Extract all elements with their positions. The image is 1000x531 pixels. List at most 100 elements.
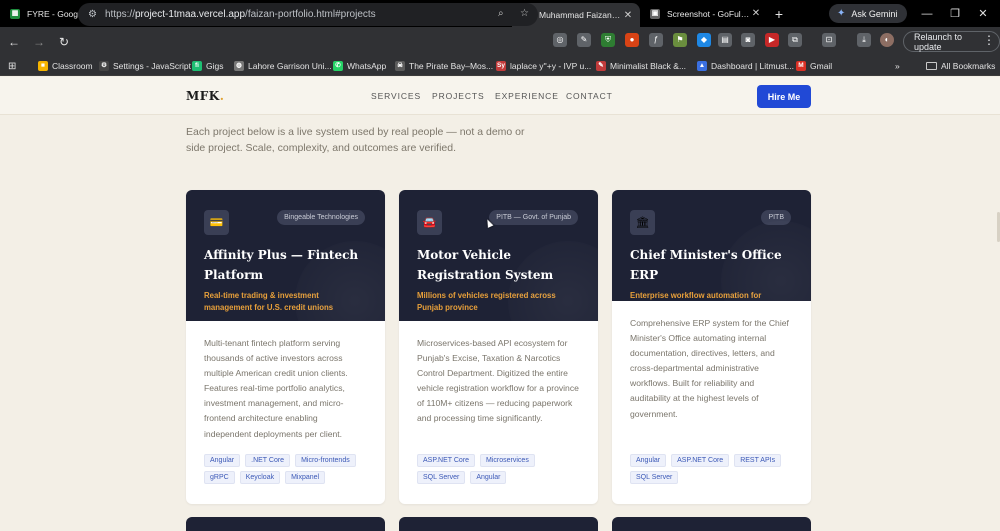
bookmark-item[interactable]: fi Gigs	[192, 59, 223, 73]
folder-icon	[926, 62, 937, 70]
nav-link-services[interactable]: SERVICES	[371, 91, 421, 101]
project-card-motor-vehicle-registration[interactable]: 🚘 PITB — Govt. of Punjab Motor Vehicle R…	[399, 190, 598, 504]
bookmark-favicon-icon: ⚙	[99, 61, 109, 71]
site-info-icon[interactable]: ⚙	[88, 9, 97, 20]
bookmark-label: Settings - JavaScript	[113, 61, 191, 71]
extension-icon[interactable]: ▶	[765, 33, 779, 47]
project-card-affinity-plus[interactable]: 💳 Bingeable Technologies Affinity Plus —…	[186, 190, 385, 504]
chrome-menu-icon[interactable]: ⋮	[983, 33, 995, 47]
project-description: Multi-tenant fintech platform serving th…	[204, 338, 348, 439]
project-title: Affinity Plus — Fintech Platform	[204, 248, 359, 282]
more-bookmarks-icon[interactable]: »	[895, 59, 900, 73]
bookmark-item[interactable]: ✆ WhatsApp	[333, 59, 386, 73]
bookmark-label: WhatsApp	[347, 61, 387, 71]
reload-icon[interactable]: ↻	[53, 31, 75, 53]
government-building-icon: 🏛	[630, 210, 655, 235]
minimize-window-icon[interactable]: —	[912, 0, 942, 27]
address-url: https://project-1tmaa.vercel.app/faizan-…	[104, 9, 376, 20]
project-subtitle: Enterprise workflow automation for Punja…	[630, 291, 762, 300]
browser-tab[interactable]: ▣ Screenshot - GoFullPag ✕	[640, 0, 768, 27]
car-icon: 🚘	[417, 210, 442, 235]
bookmark-item[interactable]: ✎ Minimalist Black &...	[596, 59, 686, 73]
camera-extension-icon[interactable]: ◙	[741, 33, 755, 47]
forward-arrow-icon[interactable]: →	[28, 31, 50, 53]
tab-title: Screenshot - GoFullPag	[667, 8, 750, 19]
extension-icon[interactable]: ◆	[697, 33, 711, 47]
project-description: Comprehensive ERP system for the Chief M…	[630, 318, 789, 419]
tech-chip: REST APIs	[734, 454, 782, 467]
bookmark-item[interactable]: ☠ The Pirate Bay–Mos...	[395, 59, 493, 73]
tab-close-icon[interactable]: ✕	[622, 10, 634, 21]
tech-chip: Microservices	[480, 454, 535, 467]
project-card-next[interactable]	[186, 517, 385, 531]
tab-title: Muhammad Faizan Kh	[539, 10, 622, 20]
bookmark-favicon-icon: ◍	[234, 61, 244, 71]
bookmark-label: Classroom	[52, 61, 93, 71]
extension-icon[interactable]: ◎	[553, 33, 567, 47]
search-icon[interactable]: ⌕	[498, 8, 504, 19]
extension-icon[interactable]: ●	[625, 33, 639, 47]
download-icon[interactable]: ⤓	[857, 33, 871, 47]
bookmark-label: Gigs	[206, 61, 224, 71]
project-subtitle: Real-time trading & investment managemen…	[204, 291, 334, 312]
puzzle-extensions-icon[interactable]: ⧉	[788, 33, 802, 47]
bookmark-item[interactable]: ⚙ Settings - JavaScript	[99, 59, 191, 73]
back-arrow-icon[interactable]: ←	[3, 31, 25, 53]
card-header: 🚘 PITB — Govt. of Punjab Motor Vehicle R…	[399, 190, 598, 321]
project-title: Motor Vehicle Registration System	[417, 248, 554, 282]
hire-me-button[interactable]: Hire Me	[757, 85, 811, 108]
apps-grid-icon[interactable]: ⊞	[8, 59, 16, 73]
bookmark-favicon-icon: fi	[192, 61, 202, 71]
bookmark-favicon-icon: Sy	[496, 61, 506, 71]
extension-icon[interactable]: ▤	[718, 33, 732, 47]
bookmark-label: Gmail	[810, 61, 833, 71]
bookmark-item[interactable]: Sy laplace y''+y - IVP u...	[496, 59, 591, 73]
project-description: Microservices-based API ecosystem for Pu…	[417, 338, 579, 424]
formula-extension-icon[interactable]: ƒ	[649, 33, 663, 47]
close-window-icon[interactable]: ✕	[968, 0, 998, 27]
client-tag: Bingeable Technologies	[277, 210, 365, 225]
eyedropper-extension-icon[interactable]: ✎	[577, 33, 591, 47]
nav-link-contact[interactable]: CONTACT	[566, 91, 613, 101]
tech-chips: ASP.NET Core Microservices SQL Server An…	[417, 454, 587, 484]
nav-link-projects[interactable]: PROJECTS	[432, 91, 485, 101]
bookmark-favicon-icon: ☠	[395, 61, 405, 71]
extension-icon[interactable]: ⚑	[673, 33, 687, 47]
tech-chip: ASP.NET Core	[671, 454, 730, 467]
profile-avatar[interactable]: ◐	[880, 33, 894, 47]
bookmark-star-icon[interactable]: ☆	[520, 8, 529, 19]
card-header: 💳 Bingeable Technologies Affinity Plus —…	[186, 190, 385, 321]
bookmark-favicon-icon: M	[796, 61, 806, 71]
tech-chip: Mixpanel	[285, 471, 326, 484]
bookmark-favicon-icon: ■	[38, 61, 48, 71]
ask-gemini-label: Ask Gemini	[851, 8, 898, 19]
bookmark-item[interactable]: ▲ Dashboard | Litmust...	[697, 59, 794, 73]
bookmark-favicon-icon: ▲	[697, 61, 707, 71]
tab-close-icon[interactable]: ✕	[750, 8, 762, 19]
tech-chip: .NET Core	[245, 454, 291, 467]
maximize-window-icon[interactable]: ❐	[940, 0, 970, 27]
tech-chip: gRPC	[204, 471, 235, 484]
nav-link-experience[interactable]: EXPERIENCE	[495, 91, 559, 101]
client-tag: PITB — Govt. of Punjab	[489, 210, 578, 225]
reading-mode-icon[interactable]: ⊡	[822, 33, 836, 47]
tech-chips: Angular ASP.NET Core REST APIs SQL Serve…	[630, 454, 800, 484]
project-card-cm-office-erp[interactable]: 🏛 PITB Chief Minister's Office ERP Enter…	[612, 190, 811, 504]
ask-gemini-button[interactable]: ✦ Ask Gemini	[829, 4, 908, 23]
project-subtitle: Millions of vehicles registered across P…	[417, 291, 556, 312]
address-bar[interactable]: ⚙ https://project-1tmaa.vercel.app/faiza…	[78, 3, 538, 26]
project-card-next[interactable]	[612, 517, 811, 531]
tab-favicon-icon: ▣	[650, 8, 660, 19]
new-tab-button[interactable]: +	[768, 6, 790, 22]
all-bookmarks-folder[interactable]: All Bookmarks	[926, 59, 995, 73]
bookmark-item[interactable]: M Gmail	[796, 59, 832, 73]
bookmark-item[interactable]: ■ Classroom	[38, 59, 93, 73]
site-logo[interactable]: MFK.	[186, 89, 224, 103]
bookmark-favicon-icon: ✎	[596, 61, 606, 71]
project-card-next[interactable]	[399, 517, 598, 531]
bookmark-label: laplace y''+y - IVP u...	[510, 61, 592, 71]
tech-chips: Angular .NET Core Micro-frontends gRPC K…	[204, 454, 374, 484]
site-navbar: MFK. SERVICES PROJECTS EXPERIENCE CONTAC…	[0, 77, 1000, 115]
shield-extension-icon[interactable]: ⛨	[601, 33, 615, 47]
bookmark-item[interactable]: ◍ Lahore Garrison Uni...	[234, 59, 332, 73]
